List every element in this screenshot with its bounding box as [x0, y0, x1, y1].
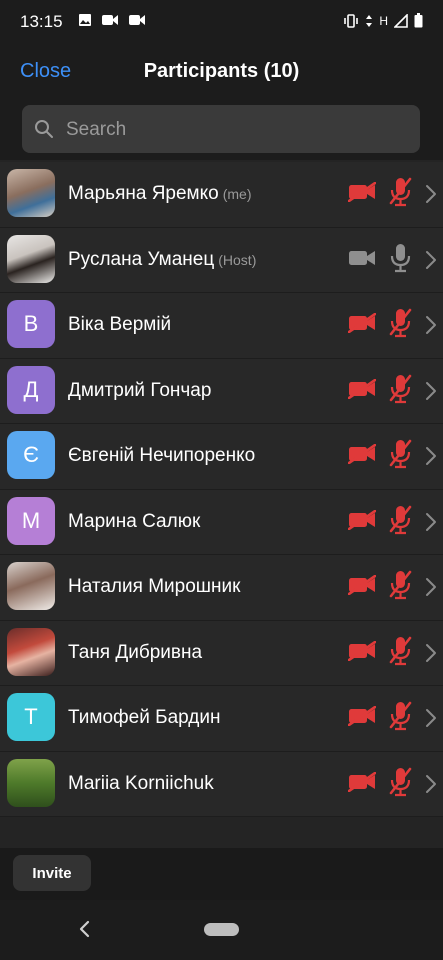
- search-icon: [35, 120, 53, 138]
- participant-row[interactable]: Марьяна Яремко (me): [0, 162, 443, 228]
- participant-row[interactable]: Руслана Уманец (Host): [0, 227, 443, 293]
- participant-name: Дмитрий Гончар: [68, 380, 211, 402]
- video-off-icon[interactable]: [348, 313, 376, 333]
- video-off-icon[interactable]: [348, 182, 376, 202]
- footer-bar: Invite: [0, 848, 443, 900]
- participant-name-text: Тимофей Бардин: [68, 707, 221, 728]
- participants-header: Close Participants (10): [0, 44, 443, 98]
- video-off-icon[interactable]: [348, 706, 376, 726]
- avatar-photo: [7, 627, 55, 676]
- avatar-initial: В: [7, 300, 55, 348]
- system-navigation-bar: [0, 900, 443, 960]
- participant-row[interactable]: В Віка Вермій: [0, 293, 443, 359]
- notification-icons: [78, 13, 146, 27]
- participant-name: Руслана Уманец (Host): [68, 249, 256, 271]
- participant-row[interactable]: Д Дмитрий Гончар: [0, 358, 443, 424]
- gallery-icon: [79, 14, 91, 26]
- video-off-icon[interactable]: [348, 444, 376, 464]
- mic-muted-icon[interactable]: [389, 505, 412, 535]
- participant-name-text: Таня Дибривна: [68, 641, 203, 663]
- system-icons: H: [343, 13, 423, 28]
- participant-role-tag: (me): [222, 186, 252, 202]
- participant-row[interactable]: Наталия Мирошник: [0, 555, 443, 621]
- home-pill[interactable]: [204, 923, 239, 936]
- status-time: 13:15: [20, 12, 63, 31]
- participant-name-text: Віка Вермій: [68, 314, 172, 335]
- participant-name: Таня Дибривна: [68, 642, 202, 664]
- participant-row[interactable]: Т Тимофей Бардин: [0, 686, 443, 752]
- participant-name: Mariia Korniichuk: [68, 773, 214, 795]
- search-box[interactable]: [22, 105, 420, 155]
- participant-name: Марьяна Яремко (me): [68, 183, 252, 205]
- chevron-right-icon[interactable]: [425, 315, 437, 335]
- participant-row[interactable]: М Марина Салюк: [0, 489, 443, 555]
- page-title: Participants (10): [143, 60, 300, 82]
- avatar-photo: [7, 562, 55, 610]
- avatar-photo: [7, 234, 55, 283]
- participant-name-text: Mariia Korniichuk: [68, 772, 214, 794]
- mic-icon[interactable]: [389, 243, 412, 273]
- participant-name: Тимофей Бардин: [68, 707, 220, 729]
- chevron-right-icon[interactable]: [425, 446, 437, 466]
- mic-muted-icon[interactable]: [389, 767, 412, 797]
- network-type-label: H: [379, 13, 388, 28]
- signal-icon: [394, 13, 408, 28]
- status-bar: 13:15 H: [0, 0, 443, 44]
- participant-name: Марина Салюк: [68, 511, 200, 533]
- avatar-photo: [7, 758, 55, 807]
- chevron-right-icon[interactable]: [425, 708, 437, 728]
- data-transfer-icon: [366, 14, 373, 27]
- video-off-icon[interactable]: [348, 640, 376, 661]
- participant-row[interactable]: Є Євгеній Нечипоренко: [0, 424, 443, 490]
- participant-name: Наталия Мирошник: [68, 576, 240, 598]
- participant-name-text: Наталия Мирошник: [68, 576, 241, 597]
- participant-name: Віка Вермій: [68, 314, 171, 336]
- video-off-icon[interactable]: [348, 378, 376, 399]
- chevron-right-icon[interactable]: [425, 774, 437, 794]
- avatar-initial: Т: [7, 693, 55, 741]
- avatar-initial: Д: [7, 365, 55, 414]
- video-icon[interactable]: [348, 248, 376, 268]
- participant-name-text: Марьяна Яремко: [68, 183, 219, 204]
- participant-row[interactable]: Mariia Korniichuk: [0, 751, 443, 817]
- participant-role-tag: (Host): [218, 251, 257, 268]
- chevron-right-icon[interactable]: [425, 643, 437, 663]
- participant-name: Євгеній Нечипоренко: [68, 445, 255, 467]
- participant-name-text: Дмитрий Гончар: [68, 379, 212, 401]
- video-off-icon[interactable]: [348, 575, 376, 595]
- mic-muted-icon[interactable]: [389, 701, 412, 731]
- invite-button[interactable]: Invite: [13, 855, 91, 891]
- chevron-right-icon[interactable]: [425, 577, 437, 597]
- chevron-right-icon[interactable]: [425, 512, 437, 532]
- battery-icon: [414, 13, 423, 28]
- vibrate-icon: [344, 13, 359, 28]
- search-input[interactable]: [64, 105, 408, 155]
- avatar-photo: [7, 169, 55, 217]
- avatar-initial: М: [7, 496, 55, 545]
- mic-muted-icon[interactable]: [389, 177, 412, 207]
- chevron-right-icon[interactable]: [425, 381, 437, 401]
- participant-name-text: Євгеній Нечипоренко: [68, 445, 256, 466]
- mic-muted-icon[interactable]: [389, 636, 412, 666]
- mic-muted-icon[interactable]: [389, 308, 412, 338]
- video-off-icon[interactable]: [348, 509, 376, 530]
- chevron-right-icon[interactable]: [425, 250, 437, 270]
- participant-row[interactable]: Таня Дибривна: [0, 620, 443, 686]
- mic-muted-icon[interactable]: [389, 374, 412, 404]
- video-camera-icon: [129, 15, 145, 25]
- participant-name-text: Марина Салюк: [68, 510, 201, 532]
- video-off-icon[interactable]: [348, 771, 376, 792]
- chevron-right-icon[interactable]: [425, 184, 437, 204]
- mic-muted-icon[interactable]: [389, 570, 412, 600]
- video-camera-icon: [102, 15, 118, 25]
- participant-name-text: Руслана Уманец: [68, 248, 215, 270]
- back-icon[interactable]: [78, 920, 92, 938]
- mic-muted-icon[interactable]: [389, 439, 412, 469]
- participant-list: Марьяна Яремко (me) Руслана Уманец (Host) В В…: [0, 162, 443, 817]
- search-bar: [0, 98, 443, 160]
- avatar-initial: Є: [7, 431, 55, 479]
